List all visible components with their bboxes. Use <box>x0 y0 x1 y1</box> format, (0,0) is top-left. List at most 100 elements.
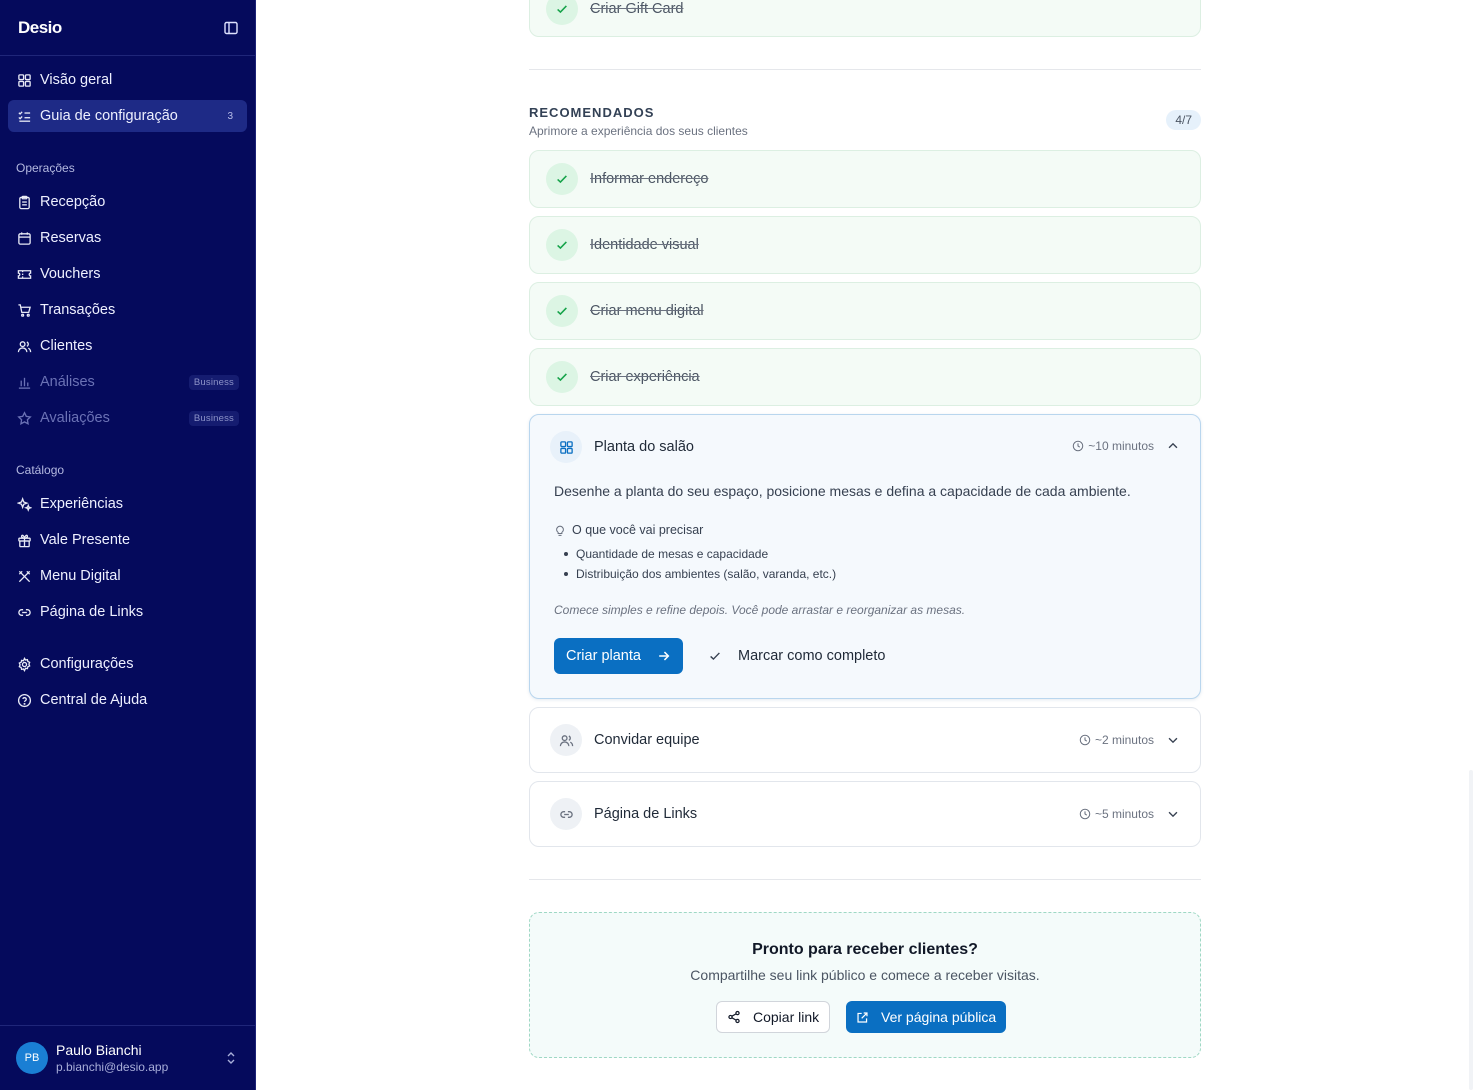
time-text: ~10 minutos <box>1088 439 1154 453</box>
sidebar-item-vale-presente[interactable]: Vale Presente <box>8 524 247 556</box>
button-label: Criar planta <box>566 648 641 664</box>
users-icon <box>550 724 582 756</box>
section-divider <box>529 69 1201 70</box>
cart-icon <box>16 302 32 318</box>
clock-icon <box>1079 734 1091 746</box>
check-icon <box>546 361 578 393</box>
nav-catalogo: Experiências Vale Presente Menu Digital … <box>0 488 255 628</box>
sidebar-item-clientes[interactable]: Clientes <box>8 330 247 362</box>
sidebar-item-label: Visão geral <box>40 72 113 88</box>
sidebar-item-central-ajuda[interactable]: Central de Ajuda <box>8 684 247 716</box>
mark-complete-button[interactable]: Marcar como completo <box>708 638 885 674</box>
sidebar-item-label: Configurações <box>40 656 134 672</box>
chevron-up-icon[interactable] <box>1166 439 1180 453</box>
share-icon <box>728 1010 740 1024</box>
sidebar-item-avaliacoes[interactable]: Avaliações Business <box>8 402 247 434</box>
sparkles-icon <box>16 496 32 512</box>
sidebar-item-label: Central de Ajuda <box>40 692 148 708</box>
copy-link-button[interactable]: Copiar link <box>716 1001 831 1033</box>
sidebar-item-label: Experiências <box>40 496 124 512</box>
task-card-done[interactable]: Criar experiência <box>529 348 1201 406</box>
sidebar-item-label: Avaliações <box>40 410 110 426</box>
sidebar-item-reservas[interactable]: Reservas <box>8 222 247 254</box>
time-estimate: ~5 minutos <box>1079 807 1154 821</box>
task-card-done[interactable]: Informar endereço <box>529 150 1201 208</box>
sidebar-item-visao-geral[interactable]: Visão geral <box>8 64 247 96</box>
sidebar-toggle-icon[interactable] <box>222 19 240 37</box>
link-icon <box>550 798 582 830</box>
plan-badge: Business <box>188 410 239 426</box>
sidebar-item-vouchers[interactable]: Vouchers <box>8 258 247 290</box>
sidebar-item-recepcao[interactable]: Recepção <box>8 186 247 218</box>
check-icon <box>546 163 578 195</box>
user-name: Paulo Bianchi <box>56 1042 142 1058</box>
sidebar-item-label: Vale Presente <box>40 532 131 548</box>
setup-guide-column: Criar Gift Card RECOMENDADOS Aprimore a … <box>529 0 1201 1090</box>
users-icon <box>16 338 32 354</box>
grid-icon <box>550 431 582 463</box>
time-text: ~2 minutos <box>1094 733 1154 747</box>
task-card-convidar-equipe[interactable]: Convidar equipe ~2 minutos <box>529 707 1201 773</box>
button-label: Ver página pública <box>881 1009 997 1025</box>
user-menu[interactable]: PB Paulo Bianchi p.bianchi@desio.app <box>0 1025 255 1090</box>
nav-bottom: Configurações Central de Ajuda <box>0 648 255 716</box>
nav-operacoes: Recepção Reservas Vouchers Transações Cl… <box>0 186 255 434</box>
utensils-icon <box>16 568 32 584</box>
time-text: ~5 minutos <box>1094 807 1154 821</box>
scrollbar[interactable] <box>1469 770 1473 1090</box>
sidebar-item-guia-configuracao[interactable]: Guia de configuração 3 <box>8 100 247 132</box>
task-header[interactable]: Planta do salão <box>550 431 694 463</box>
sidebar-header: Desio <box>0 0 255 56</box>
task-tip: Comece simples e refine depois. Você pod… <box>554 603 966 617</box>
lightbulb-icon <box>556 525 564 536</box>
section-label-operacoes: Operações <box>16 161 75 175</box>
chevron-down-icon[interactable] <box>1166 733 1180 747</box>
sidebar-item-label: Transações <box>40 302 116 318</box>
logo: Desio <box>18 17 62 37</box>
task-title: Informar endereço <box>590 171 709 187</box>
dashboard-icon <box>16 72 32 88</box>
task-card-done[interactable]: Identidade visual <box>529 216 1201 274</box>
sidebar-item-label: Vouchers <box>40 266 101 282</box>
needs-heading: O que você vai precisar <box>554 523 703 537</box>
plan-badge: Business <box>188 374 239 390</box>
view-public-page-button[interactable]: Ver página pública <box>846 1001 1007 1033</box>
help-icon <box>16 692 32 708</box>
sidebar-item-menu-digital[interactable]: Menu Digital <box>8 560 247 592</box>
task-card-done[interactable]: Criar Gift Card <box>529 0 1201 37</box>
task-card-expanded: Planta do salão ~10 minutos Desenhe a pl… <box>529 414 1201 699</box>
sidebar-item-analises[interactable]: Análises Business <box>8 366 247 398</box>
check-icon <box>546 295 578 327</box>
sidebar-item-configuracoes[interactable]: Configurações <box>8 648 247 680</box>
time-estimate: ~10 minutos <box>1072 439 1154 453</box>
chevron-down-icon[interactable] <box>1166 807 1180 821</box>
sidebar-item-label: Clientes <box>40 338 93 354</box>
sidebar-item-label: Guia de configuração <box>40 108 178 124</box>
task-card-done[interactable]: Criar menu digital <box>529 282 1201 340</box>
needs-title: O que você vai precisar <box>572 523 704 537</box>
calendar-icon <box>16 230 32 246</box>
link-icon <box>16 604 32 620</box>
chevrons-up-down-icon <box>225 1050 237 1071</box>
progress-badge: 4/7 <box>1166 110 1201 130</box>
task-title: Criar Gift Card <box>590 0 684 17</box>
star-icon <box>16 410 32 426</box>
needs-item: Distribuição dos ambientes (salão, varan… <box>564 567 836 581</box>
task-card-pagina-links[interactable]: Página de Links ~5 minutos <box>529 781 1201 847</box>
section-divider <box>529 879 1201 880</box>
sidebar-item-transacoes[interactable]: Transações <box>8 294 247 326</box>
sidebar-item-pagina-links[interactable]: Página de Links <box>8 596 247 628</box>
nav-top: Visão geral Guia de configuração 3 <box>0 64 255 132</box>
sidebar-item-experiencias[interactable]: Experiências <box>8 488 247 520</box>
button-label: Copiar link <box>753 1009 820 1025</box>
task-description: Desenhe a planta do seu espaço, posicion… <box>554 483 1131 499</box>
clock-icon <box>1079 808 1091 820</box>
cta-title: Pronto para receber clientes? <box>752 941 978 958</box>
criar-planta-button[interactable]: Criar planta <box>554 638 683 674</box>
user-email: p.bianchi@desio.app <box>56 1060 169 1074</box>
task-title: Planta do salão <box>594 439 694 455</box>
pending-count-badge: 3 <box>227 110 233 122</box>
sidebar-item-label: Página de Links <box>40 604 144 620</box>
sidebar-item-label: Análises <box>40 374 95 390</box>
task-title: Criar menu digital <box>590 303 704 319</box>
